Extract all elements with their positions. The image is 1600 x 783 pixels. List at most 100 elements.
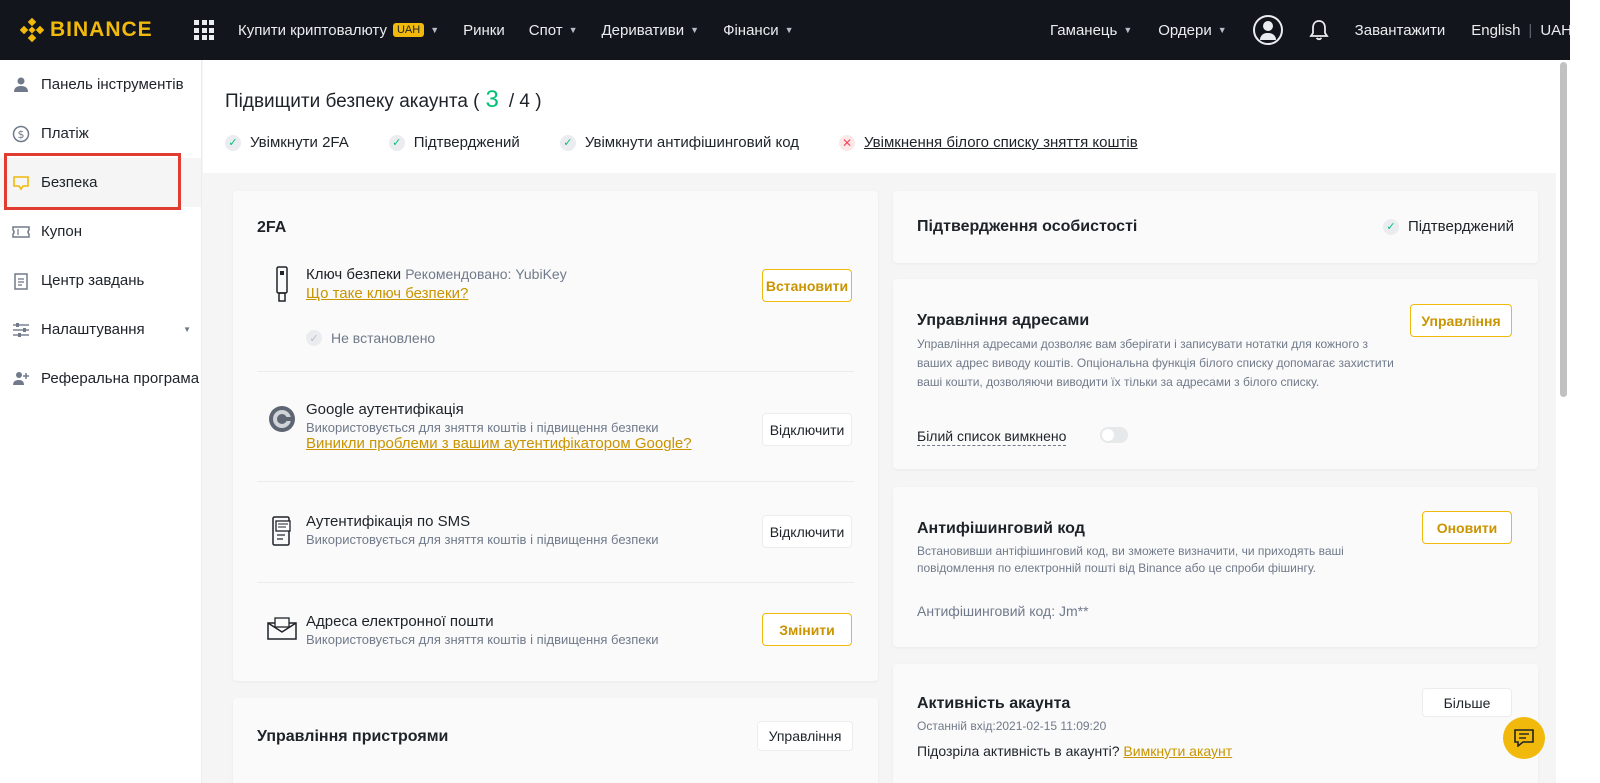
antiphishing-title: Антифішинговий код <box>917 520 1085 537</box>
identity-status: ✓ Підтверджений <box>1382 218 1514 235</box>
disable-google-auth-button[interactable]: Відключити <box>762 413 852 446</box>
twofa-title: 2FA <box>257 219 287 236</box>
google-auth-title: Google аутентифікація <box>306 401 464 418</box>
email-row: Адреса електронної пошти Використовуєтьс… <box>257 613 854 663</box>
install-security-key-button[interactable]: Встановити <box>762 269 852 302</box>
usb-key-icon <box>267 266 297 302</box>
currency-badge: UAH <box>392 23 425 37</box>
manage-devices-button[interactable]: Управління <box>757 721 853 751</box>
sms-auth-row: Аутентифікація по SMS Використовується д… <box>257 513 854 563</box>
nav-markets[interactable]: Ринки <box>463 22 505 39</box>
bell-icon[interactable] <box>1308 19 1329 41</box>
sidebar-item-payment[interactable]: $ Платіж <box>0 109 201 158</box>
sms-auth-desc: Використовується для зняття коштів і під… <box>306 532 659 547</box>
sidebar-item-task-center[interactable]: Центр завдань <box>0 256 201 305</box>
nav-derivatives[interactable]: Деривативи ▼ <box>602 22 700 39</box>
scrollbar-thumb[interactable] <box>1560 62 1567 397</box>
chat-support-button[interactable] <box>1503 717 1545 759</box>
check-whitelist[interactable]: ✕ Увімкнення білого списку зняття коштів <box>839 134 1138 151</box>
address-card: Управління адресами Управління адресами … <box>893 279 1538 469</box>
language-selector[interactable]: English <box>1471 22 1520 39</box>
user-avatar-icon[interactable] <box>1252 15 1283 45</box>
twofa-card: 2FA Ключ безпеки Рекомендовано: YubiKey … <box>233 191 878 681</box>
check-icon: ✓ <box>225 134 241 151</box>
update-antiphishing-button[interactable]: Оновити <box>1422 511 1512 544</box>
security-header: Підвищити безпеку акаунта (3/ 4 ) ✓ Увімк… <box>203 60 1556 173</box>
user-plus-icon <box>12 370 30 388</box>
nav-wallet[interactable]: Гаманець ▼ <box>1050 22 1132 39</box>
disable-account-link[interactable]: Вимкнути акаунт <box>1123 743 1232 759</box>
check-icon: ✓ <box>1382 218 1399 235</box>
ticket-icon <box>12 223 30 241</box>
check-antiphishing: ✓ Увімкнути антифішинговий код <box>559 134 799 151</box>
chat-icon <box>1514 729 1534 747</box>
address-desc: Управління адресами дозволяє вам зберіга… <box>917 337 1394 389</box>
clipboard-icon <box>12 272 30 290</box>
activity-title: Активність акаунта <box>917 695 1071 712</box>
chevron-down-icon: ▼ <box>1217 25 1227 35</box>
sidebar-item-referral[interactable]: Реферальна програма <box>0 354 201 403</box>
whitelist-status-label: Білий список вимкнено <box>917 428 1067 446</box>
email-title: Адреса електронної пошти <box>306 613 494 630</box>
chevron-down-icon: ▼ <box>1123 25 1133 35</box>
manage-address-button[interactable]: Управління <box>1410 304 1512 337</box>
identity-title: Підтвердження особистості <box>917 218 1138 235</box>
main-content: Підвищити безпеку акаунта (3/ 4 ) ✓ Увімк… <box>203 60 1556 783</box>
sliders-icon <box>12 321 30 339</box>
sidebar-item-settings[interactable]: Налаштування ▼ <box>0 305 201 354</box>
security-level-current: 3 <box>485 86 499 113</box>
nav-download[interactable]: Завантажити <box>1355 22 1446 39</box>
disable-sms-auth-button[interactable]: Відключити <box>762 515 852 548</box>
nav-orders[interactable]: Ордери ▼ <box>1158 22 1226 39</box>
nav-spot[interactable]: Спот ▼ <box>529 22 578 39</box>
chevron-down-icon: ▼ <box>568 25 578 35</box>
nav-finance[interactable]: Фінанси ▼ <box>723 22 793 39</box>
antiphishing-code: Антифішинговий код: Jm** <box>917 603 1089 619</box>
window-edge <box>1570 0 1600 783</box>
user-icon <box>12 76 30 94</box>
antiphishing-card: Антифішинговий код Встановивши антіфішин… <box>893 487 1538 647</box>
address-title: Управління адресами <box>917 312 1090 329</box>
identity-card: Підтвердження особистості ✓ Підтверджени… <box>893 191 1538 263</box>
change-email-button[interactable]: Змінити <box>762 613 852 646</box>
binance-logo[interactable]: BINANCE <box>20 18 170 42</box>
sidebar-item-dashboard[interactable]: Панель інструментів <box>0 60 201 109</box>
last-login: Останній вхід:2021-02-15 11:09:20 <box>917 719 1107 733</box>
currency-selector[interactable]: UAH <box>1540 22 1572 39</box>
security-key-title: Ключ безпеки <box>306 266 402 283</box>
activity-card: Активність акаунта Останній вхід:2021-02… <box>893 664 1538 783</box>
check-icon: ✓ <box>559 134 576 151</box>
sms-phone-icon <box>267 515 297 549</box>
check-icon: ✓ <box>388 134 405 151</box>
envelope-icon <box>267 617 297 651</box>
devices-title: Управління пристроями <box>257 728 449 745</box>
divider <box>257 481 854 482</box>
dollar-icon: $ <box>12 125 30 143</box>
sidebar-item-security[interactable]: Безпека <box>0 158 201 207</box>
devices-card: Управління пристроями Управління <box>233 698 878 783</box>
security-key-help-link[interactable]: Що таке ключ безпеки? <box>306 285 468 302</box>
whitelist-toggle[interactable] <box>1100 427 1128 443</box>
nav-buy-crypto[interactable]: Купити криптовалюту UAH ▼ <box>238 22 439 39</box>
security-key-row: Ключ безпеки Рекомендовано: YubiKey Що т… <box>257 266 854 366</box>
sidebar: Панель інструментів $ Платіж Безпека Куп… <box>0 60 202 783</box>
chevron-down-icon: ▼ <box>784 25 794 35</box>
sidebar-item-coupon[interactable]: Купон <box>0 207 201 256</box>
svg-text:$: $ <box>18 128 25 141</box>
apps-grid-icon[interactable] <box>194 20 214 40</box>
security-key-recommend: Рекомендовано: YubiKey <box>405 266 567 282</box>
more-activity-button[interactable]: Більше <box>1422 688 1512 717</box>
google-auth-desc: Використовується для зняття коштів і під… <box>306 420 659 435</box>
nav-separator: | <box>1528 21 1533 39</box>
chevron-down-icon: ▼ <box>183 325 191 334</box>
google-authenticator-icon <box>267 405 297 439</box>
chevron-down-icon: ▼ <box>690 25 700 35</box>
page-title: Підвищити безпеку акаунта (3/ 4 ) <box>225 86 542 113</box>
shield-icon <box>12 174 30 192</box>
binance-logo-icon <box>20 18 44 42</box>
cross-icon: ✕ <box>839 134 855 151</box>
check-verified: ✓ Підтверджений <box>388 134 520 151</box>
divider <box>257 371 854 372</box>
google-auth-help-link[interactable]: Виникли проблеми з вашим аутентифікаторо… <box>306 435 692 452</box>
divider <box>257 582 854 583</box>
